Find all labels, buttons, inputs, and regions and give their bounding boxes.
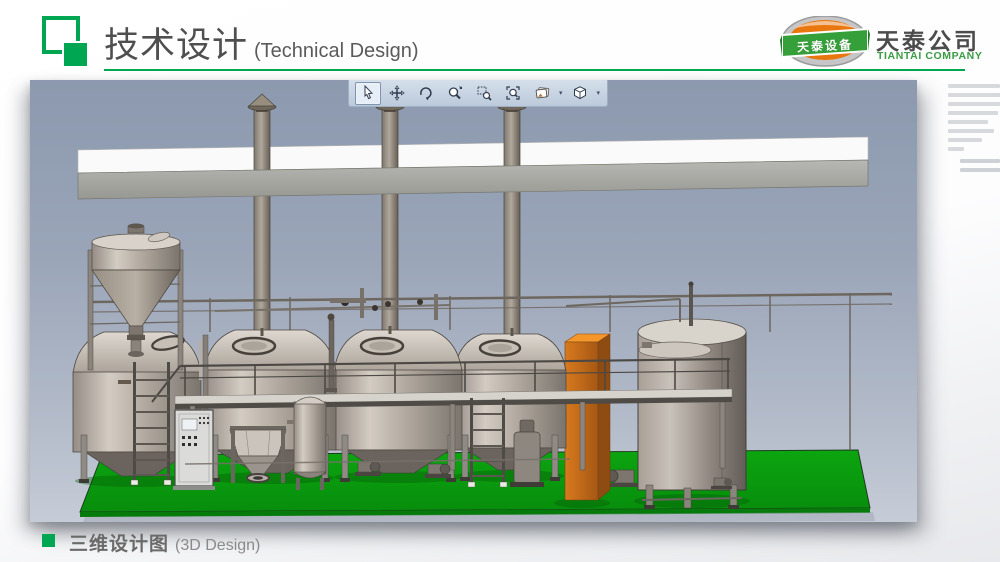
brewery-3d-scene [30,80,917,522]
title-square-icon [42,16,88,62]
slide: 技术设计 (Technical Design) 天泰设备 天泰公司 TIANTAI… [0,0,1000,562]
dropdown-caret-icon[interactable]: ▾ [559,90,563,97]
select-tool-button[interactable] [355,82,381,105]
zoom-in-out-button[interactable] [442,82,468,105]
view-orientation-button[interactable] [567,82,593,105]
zoom-fit-icon [505,85,521,101]
pan-tool-button[interactable] [384,82,410,105]
company-logo: 天泰设备 天泰公司 TIANTAI COMPANY [780,16,960,66]
rotate-view-button[interactable] [413,82,439,105]
dropdown-caret-icon[interactable]: ▾ [597,90,601,97]
pump [425,464,451,478]
caption-bullet-icon [42,534,55,547]
pan-icon [389,85,405,101]
faint-text-artifact [948,84,1000,177]
zoom-in-out-icon [447,85,463,101]
pump [355,462,381,476]
page-title-en: (Technical Design) [254,40,419,62]
page-title: 技术设计 (Technical Design) [104,17,419,68]
select-cursor-icon [360,85,376,101]
pump [606,470,638,487]
zoom-to-area-button[interactable] [471,82,497,105]
control-cabinet [173,410,215,490]
zoom-to-fit-button[interactable] [500,82,526,105]
cad-screenshot: ▾ ▾ [30,80,917,522]
logo-company-en: TIANTAI COMPANY [877,50,982,62]
zoom-area-icon [476,85,492,101]
slide-caption: 三维设计图 (3D Design) [42,529,260,556]
title-underline [104,69,965,71]
cad-view-toolbar: ▾ ▾ [348,80,608,107]
apply-scene-button[interactable] [529,82,555,105]
rotate-icon [418,85,434,101]
apply-scene-icon [534,85,550,101]
page-title-cn: 技术设计 [104,26,248,65]
view-cube-icon [572,85,588,101]
pump [711,478,732,489]
caption-text-cn: 三维设计图 [69,534,169,555]
caption-text-en: (3D Design) [175,537,260,554]
